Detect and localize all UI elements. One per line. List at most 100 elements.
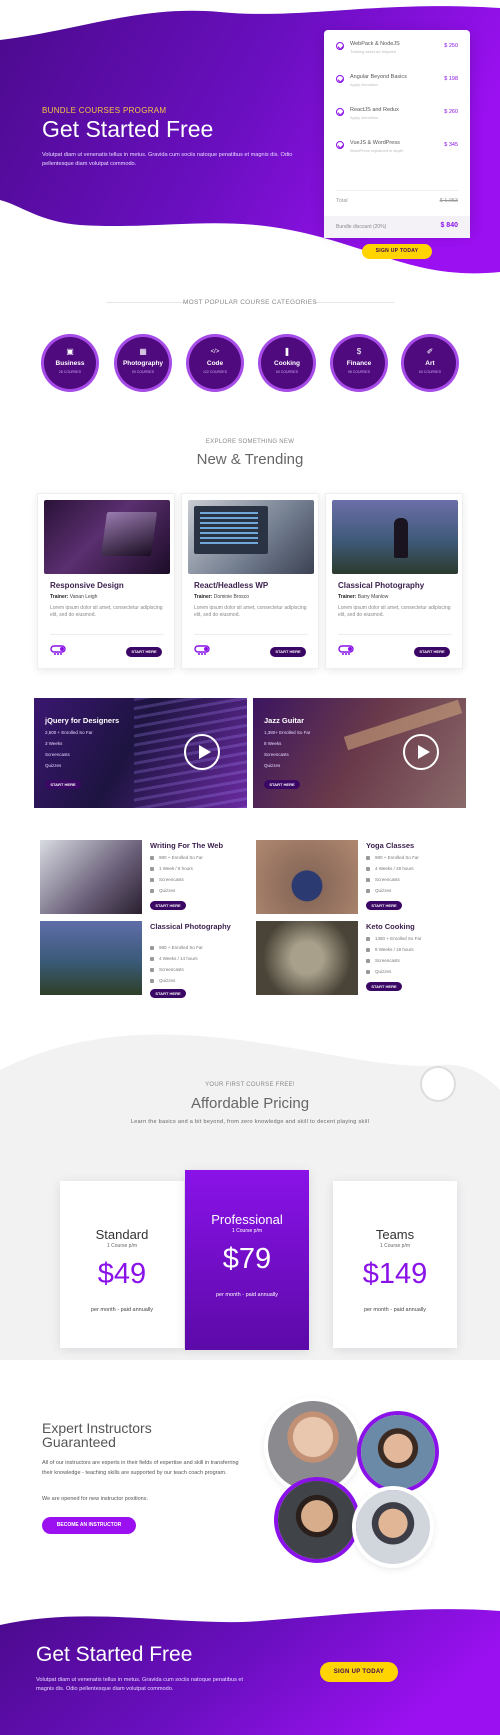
category-count: 98 COURSES (347, 370, 371, 374)
list-course[interactable]: Keto Cooking 1380 + Enrolled So Far 8 We… (256, 921, 476, 1001)
course-meta: Screencasts (150, 967, 184, 972)
category-name: Cooking (274, 360, 300, 367)
instructor-avatar (268, 1401, 358, 1491)
start-here-button[interactable]: START HERE (150, 989, 186, 998)
plan-teams[interactable]: Teams 1 Course p/m $149 per month - paid… (333, 1181, 457, 1348)
course-meta: 980 + Enrolled So Far (150, 855, 203, 860)
start-here-button[interactable]: START HERE (45, 780, 81, 789)
category-photography[interactable]: ▦ Photography 90 COURSES (117, 337, 169, 389)
video-course-card[interactable]: jQuery for Designers 2,500 + Enrolled So… (34, 698, 247, 808)
divider (338, 634, 452, 635)
course-image (256, 840, 358, 914)
category-count: 122 COURSES (202, 370, 228, 374)
list-course[interactable]: Classical Photography 980 + Enrolled So … (40, 921, 260, 1001)
course-meta: 8 Weeks / 18 hours (366, 947, 414, 952)
video-thumbnail (343, 699, 463, 751)
course-meta: Quizzes (366, 888, 391, 893)
plan-price: $149 (362, 1258, 428, 1290)
course-meta: 980 + Enrolled So Far (366, 855, 419, 860)
bundle-item[interactable]: WebPack & NodeJS Training asset ad fully… (336, 34, 458, 66)
course-trainer: Trainer: Dominie Brosco (194, 594, 250, 600)
footer-title: Get Started Free (36, 1643, 193, 1666)
video-meta: 8 Weeks (264, 741, 282, 746)
bundle-item-title: VueJS & WordPress (350, 140, 400, 146)
plan-price: $79 (222, 1243, 272, 1275)
bundle-card: WebPack & NodeJS Training asset ad fully… (324, 30, 470, 259)
bundle-item-subtitle: Apply checkbox (350, 82, 379, 87)
footer-signup-button[interactable]: SIGN UP TODAY (320, 1662, 398, 1682)
bundle-total-label: Total (336, 198, 348, 204)
category-count: 60 COURSES (418, 370, 442, 374)
bundle-item-price: $ 260 (444, 109, 458, 115)
brush-icon: ✐ (426, 347, 434, 356)
toggle-logo-icon (50, 645, 66, 655)
course-card[interactable]: Responsive Design Trainer: Vanan Leigh L… (37, 493, 175, 669)
plan-name: Professional (211, 1212, 283, 1227)
play-icon[interactable] (403, 734, 439, 770)
video-course-card[interactable]: Jazz Guitar 1,380+ Enrolled So Far 8 Wee… (253, 698, 466, 808)
course-card[interactable]: React/Headless WP Trainer: Dominie Brosc… (181, 493, 319, 669)
divider (336, 190, 458, 191)
start-here-button[interactable]: START HERE (264, 780, 300, 789)
trending-title: New & Trending (196, 451, 304, 468)
course-image (44, 500, 170, 574)
course-card[interactable]: Classical Photography Trainer: Barry Man… (325, 493, 463, 669)
play-icon[interactable] (184, 734, 220, 770)
category-code[interactable]: </> Code 122 COURSES (189, 337, 241, 389)
start-here-button[interactable]: START HERE (414, 647, 450, 657)
pricing-eyebrow: YOUR FIRST COURSE FREE! (205, 1082, 295, 1088)
plan-name: Teams (375, 1227, 415, 1242)
course-trainer: Trainer: Vanan Leigh (50, 594, 98, 600)
course-title[interactable]: Responsive Design (50, 581, 124, 590)
category-business[interactable]: ▣ Business 28 COURSES (44, 337, 96, 389)
course-title[interactable]: React/Headless WP (194, 581, 268, 590)
course-meta: Quizzes (150, 978, 175, 983)
hero-title: Get Started Free (42, 116, 214, 142)
course-title[interactable]: Yoga Classes (366, 842, 471, 850)
list-course[interactable]: Yoga Classes 980 + Enrolled So Far 4 Wee… (256, 840, 476, 920)
list-course[interactable]: Writing For The Web 980 + Enrolled So Fa… (40, 840, 260, 920)
check-icon (336, 75, 344, 83)
bundle-item[interactable]: VueJS & WordPress WordPress explained in… (336, 133, 458, 165)
bundle-item-price: $ 198 (444, 76, 458, 82)
course-title[interactable]: Classical Photography (150, 923, 255, 931)
bundle-item[interactable]: ReactJS and Redux Apply checkbox $ 260 (336, 100, 458, 132)
plan-professional[interactable]: Professional 1 Course p/m $79 per month … (185, 1170, 309, 1350)
pricing-title: Affordable Pricing (190, 1095, 310, 1112)
course-meta: 1380 + Enrolled So Far (366, 936, 421, 941)
course-meta: Screencasts (150, 877, 184, 882)
course-image (40, 840, 142, 914)
course-title[interactable]: Writing For The Web (150, 842, 255, 850)
category-finance[interactable]: $ Finance 98 COURSES (333, 337, 385, 389)
video-meta: 2,500 + Enrolled So Far (45, 730, 93, 735)
start-here-button[interactable]: START HERE (270, 647, 306, 657)
footer-background (0, 1609, 500, 1735)
course-title[interactable]: Classical Photography (338, 581, 424, 590)
bundle-item[interactable]: Angular Beyond Basics Apply checkbox $ 1… (336, 67, 458, 99)
course-meta: Screencasts (366, 958, 400, 963)
bundle-signup-button[interactable]: SIGN UP TODAY (362, 244, 432, 259)
category-name: Photography (122, 360, 164, 367)
dollar-icon: $ (356, 347, 362, 356)
course-title[interactable]: Keto Cooking (366, 923, 471, 931)
categories-title: MOST POPULAR COURSE CATEGORIES (182, 299, 318, 306)
category-name: Finance (346, 360, 372, 367)
start-here-button[interactable]: START HERE (150, 901, 186, 910)
video-meta: Screencasts (264, 752, 289, 757)
start-here-button[interactable]: START HERE (366, 982, 402, 991)
category-cooking[interactable]: ❚ Cooking 60 COURSES (261, 337, 313, 389)
plan-standard[interactable]: Standard 1 Course p/m $49 per month - pa… (60, 1181, 184, 1348)
become-instructor-button[interactable]: BECOME AN INSTRUCTOR (42, 1517, 136, 1534)
plan-subtitle: 1 Course p/m (106, 1243, 137, 1249)
video-title: Jazz Guitar (264, 716, 305, 725)
start-here-button[interactable]: START HERE (366, 901, 402, 910)
start-here-button[interactable]: START HERE (126, 647, 162, 657)
plan-subtitle: 1 Course p/m (231, 1228, 262, 1234)
plan-note: per month - paid annually (90, 1307, 154, 1313)
image-icon: ▦ (139, 347, 147, 356)
course-meta: 1 Week / 8 hours (150, 866, 193, 871)
category-name: Business (55, 360, 85, 367)
category-art[interactable]: ✐ Art 60 COURSES (404, 337, 456, 389)
video-meta: Quizzes (264, 763, 281, 768)
instructor-avatar (361, 1415, 435, 1489)
